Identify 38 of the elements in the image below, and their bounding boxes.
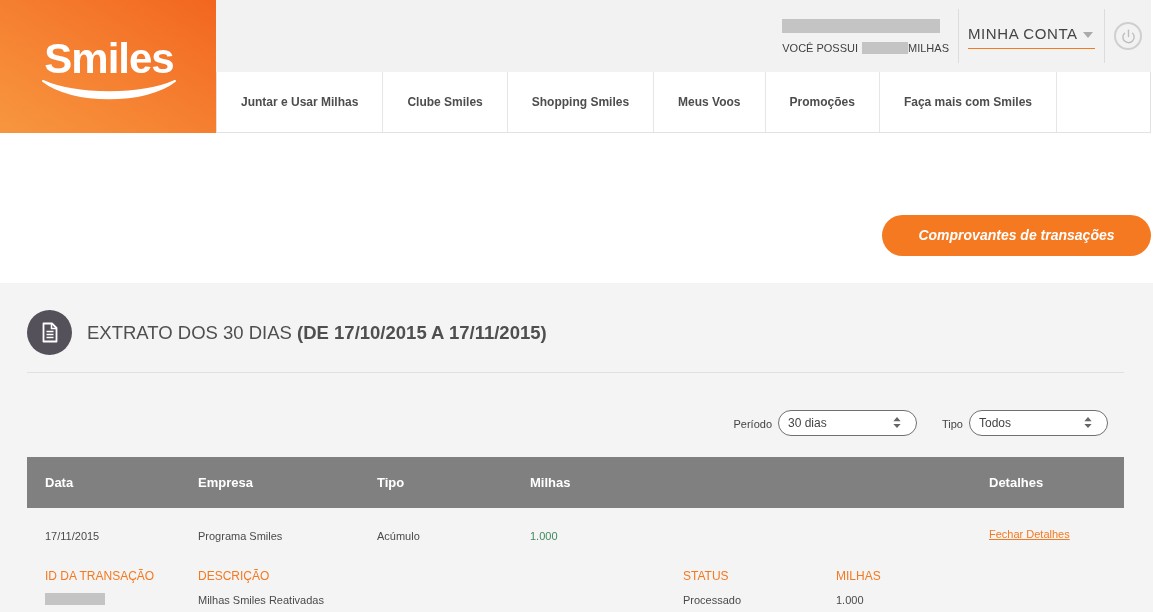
- column-header: Milhas: [530, 473, 571, 492]
- document-icon: [27, 310, 72, 355]
- nav-link[interactable]: Clube Smiles: [383, 72, 508, 132]
- detail-label: DESCRIÇÃO: [198, 569, 270, 583]
- table-cell-text: 17/11/2015: [45, 528, 100, 544]
- power-button[interactable]: [1114, 22, 1142, 50]
- table-cell-text: 1.000: [530, 528, 558, 544]
- nav-link[interactable]: Promoções: [765, 72, 880, 132]
- dropdown-select[interactable]: Todos: [969, 409, 1108, 436]
- sort-arrows-icon: [893, 417, 901, 428]
- power-icon: [1120, 28, 1136, 44]
- dropdown-select[interactable]: 30 dias: [778, 409, 917, 436]
- table-cell-text: Acúmulo: [377, 528, 420, 544]
- detail-label: MILHAS: [836, 569, 881, 583]
- nav-link[interactable]: Shopping Smiles: [507, 72, 655, 132]
- detail-value: Processado: [683, 593, 742, 607]
- sort-arrows-icon: [1084, 417, 1092, 428]
- filter-label: Tipo: [942, 416, 963, 432]
- column-header: Empresa: [198, 473, 253, 492]
- detail-label: STATUS: [683, 569, 729, 583]
- column-header: Detalhes: [989, 473, 1044, 492]
- smile-curve-icon: [42, 80, 176, 102]
- detail-value: Milhas Smiles Reativadas: [198, 593, 324, 607]
- detail-label: ID DA TRANSAÇÃO: [45, 569, 155, 583]
- column-header: Data: [45, 473, 74, 492]
- balance-label: MILHAS: [908, 40, 949, 56]
- detail-value: 1.000: [836, 593, 864, 607]
- logo-text: Smiles: [44, 40, 174, 78]
- nav-link[interactable]: Faça mais com Smiles: [879, 72, 1057, 132]
- column-header: Tipo: [377, 473, 405, 492]
- table-cell-text: Programa Smiles: [198, 528, 283, 544]
- statement-title: EXTRATO DOS 30 DIAS (DE 17/10/2015 A 17/11/2015): [87, 320, 547, 345]
- nav-link[interactable]: Meus Voos: [654, 72, 766, 132]
- nav-link[interactable]: Juntar e Usar Milhas: [217, 72, 384, 132]
- balance-label: VOCÊ POSSUI: [782, 40, 859, 56]
- account-menu-button[interactable]: MINHA CONTA: [968, 23, 1095, 49]
- filter-label: Período: [733, 416, 772, 432]
- caret-icon: [1083, 31, 1093, 38]
